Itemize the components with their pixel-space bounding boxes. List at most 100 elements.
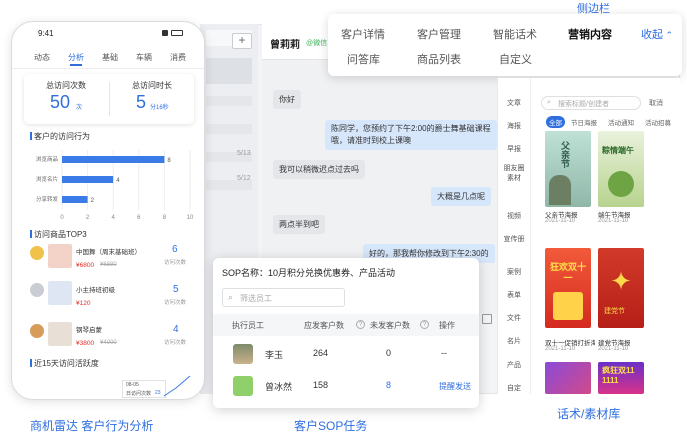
product-count: 5: [173, 284, 179, 295]
poster-text: 疯狂双11 1111: [602, 366, 635, 385]
staff-filter-input[interactable]: ⌕ 筛选员工: [222, 288, 345, 307]
product-image: [48, 244, 72, 268]
sop-card: SOP名称：10月积分兑换优惠券、产品活动 ⌕ 筛选员工 执行员工 应发客户数 …: [213, 258, 479, 408]
table-header: 执行员工 应发客户数 ? 未发客户数 ? 操作: [213, 314, 479, 336]
total-count: 158: [313, 380, 329, 390]
caption-left: 商机雷达 客户行为分析: [30, 419, 154, 433]
sop-title: SOP名称：10月积分兑换优惠券、产品活动: [222, 268, 396, 278]
category-item[interactable]: 案例: [501, 267, 527, 277]
star-icon: ✦: [610, 266, 632, 296]
product-orig-price: ¥6880: [100, 262, 117, 268]
category-item[interactable]: 视频: [501, 211, 527, 221]
stat-unit: 次: [76, 105, 83, 111]
divider: [12, 68, 204, 69]
chat-message: 两点半到吧: [273, 215, 325, 234]
section-title: 客户的访问行为: [30, 132, 90, 141]
filter-item[interactable]: 活动通知: [608, 117, 634, 127]
collapse-label: 收起: [641, 29, 663, 41]
filter-item[interactable]: 活动招募: [645, 117, 679, 127]
wechat-tag: @微信: [306, 40, 328, 47]
help-icon[interactable]: ?: [356, 320, 365, 329]
poster-date: 2021-11-10: [598, 346, 629, 352]
poster-thumb[interactable]: 父亲节: [545, 131, 591, 207]
divider: [109, 82, 110, 116]
x-tick-label: 10: [187, 215, 194, 221]
x-tick-label: 2: [86, 215, 90, 221]
category-item[interactable]: 文章: [501, 98, 527, 108]
signal-icon: [162, 30, 168, 36]
chat-message: 我可以稍微迟点过去吗: [273, 160, 365, 179]
section-title: 近15天访问活跃度: [30, 359, 99, 368]
chat-message: 大概是几点呢: [431, 187, 491, 206]
tab-vehicle[interactable]: 车辆: [136, 52, 152, 63]
cancel-button[interactable]: 取消: [649, 98, 663, 108]
help-icon[interactable]: ?: [420, 320, 429, 329]
filter-item[interactable]: 节日海报: [571, 117, 597, 127]
tab-customer-detail[interactable]: 客户详情: [341, 26, 385, 42]
chevron-up-icon: ⌃: [663, 30, 674, 40]
poster-figure: [608, 171, 634, 197]
stat-value: 5: [136, 92, 147, 112]
stats-card: 总访问次数 50 次 总访问时长 5 分16秒: [24, 74, 194, 124]
conversation-item[interactable]: [206, 96, 252, 106]
tab-consume[interactable]: 消费: [170, 52, 186, 63]
section-title: 访问商品TOP3: [30, 230, 87, 239]
phone-analysis: 9:41 动态 分析 基础 车辆 消费 总访问次数 50 次 总访问时长 5 分…: [11, 21, 205, 400]
tab-qa[interactable]: 问答库: [347, 51, 380, 67]
total-count: 264: [313, 348, 329, 358]
staff-name: 李玉: [265, 350, 284, 360]
tab-analysis[interactable]: 分析: [68, 52, 84, 63]
caption-middle: 客户SOP任务: [294, 419, 368, 433]
x-tick-label: 0: [60, 215, 64, 221]
conversation-item[interactable]: [206, 124, 252, 134]
product-count-unit: 访问次数: [164, 260, 187, 266]
category-item[interactable]: 名片: [501, 336, 527, 346]
poster-thumb[interactable]: 疯狂双11 1111: [598, 362, 644, 394]
poster-thumb[interactable]: [545, 362, 591, 394]
divider: [530, 78, 531, 394]
filter-all[interactable]: 全部: [546, 116, 565, 128]
category-item[interactable]: 文件: [501, 313, 527, 323]
conversation-item[interactable]: [206, 58, 252, 84]
tab-indicator: [70, 64, 82, 66]
tab-custom[interactable]: 自定义: [499, 51, 532, 67]
category-item[interactable]: 朋友圈素材: [501, 164, 527, 184]
poster-thumb[interactable]: 狂欢双十一: [545, 248, 591, 328]
category-item[interactable]: 海报: [501, 121, 527, 131]
poster-thumb[interactable]: 粽情端午: [598, 131, 644, 207]
tab-products[interactable]: 商品列表: [417, 51, 461, 67]
category-item[interactable]: 宣传册: [501, 234, 527, 244]
poster-text: 建党节: [604, 308, 625, 315]
tab-dynamic[interactable]: 动态: [34, 52, 50, 63]
poster-thumb[interactable]: ✦ 建党节: [598, 248, 644, 328]
category-item[interactable]: 自定: [501, 383, 527, 393]
chat-message-line: 哦，请准时到校上课噢: [331, 136, 411, 145]
tab-customer-manage[interactable]: 客户管理: [417, 26, 461, 42]
medal-icon: [30, 324, 44, 338]
product-count-unit: 访问次数: [164, 300, 187, 306]
category-label: 浏览商品: [36, 155, 59, 163]
tab-marketing-content[interactable]: 营销内容: [568, 26, 612, 42]
product-name[interactable]: 钢琴启蒙: [76, 324, 102, 334]
product-price: ¥3800: [76, 340, 95, 347]
screenshot-icon[interactable]: [482, 314, 492, 324]
tab-smart-script[interactable]: 智能话术: [493, 26, 537, 42]
x-tick-label: 6: [137, 215, 141, 221]
staff-name: 曾冰然: [265, 382, 293, 392]
poster-figure: [553, 292, 583, 320]
tab-basic[interactable]: 基础: [102, 52, 118, 63]
product-name[interactable]: 中国舞（周末基础班）: [76, 246, 141, 256]
product-count: 4: [173, 324, 179, 335]
search-input[interactable]: ⌕ 搜索标题/创建者: [541, 96, 641, 110]
stat-unit: 分16秒: [150, 105, 169, 111]
remind-send-button[interactable]: 提醒发送: [439, 381, 471, 392]
category-item[interactable]: 表单: [501, 290, 527, 300]
x-tick-label: 4: [112, 215, 116, 221]
product-name[interactable]: 小主持班初级: [76, 284, 115, 294]
stat-value: 50: [50, 92, 71, 112]
category-item[interactable]: 早报: [501, 144, 527, 154]
add-button[interactable]: +: [232, 33, 252, 49]
poster-text: 粽情端午: [602, 146, 634, 155]
collapse-button[interactable]: 收起 ⌃: [641, 26, 673, 42]
category-item[interactable]: 产品: [501, 360, 527, 370]
